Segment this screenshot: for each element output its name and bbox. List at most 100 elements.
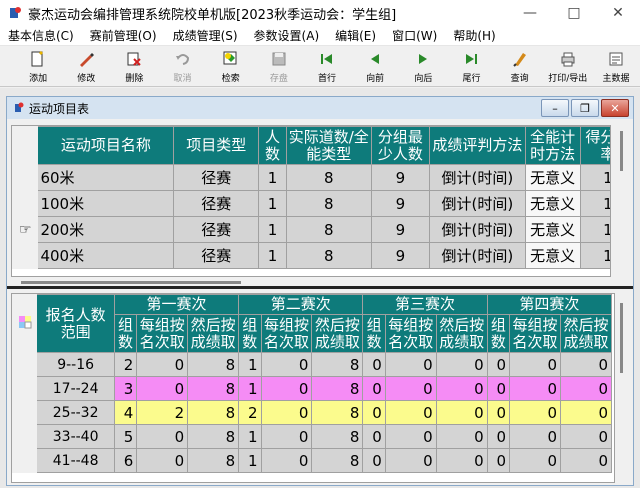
cell-round-value[interactable]: 0 — [486, 376, 511, 401]
cell-round-value[interactable]: 0 — [260, 376, 313, 401]
cell-round-value[interactable]: 0 — [260, 352, 313, 377]
table-row[interactable]: 100米 径赛 1 8 9 倒计(时间) 无意义 1 — [12, 190, 610, 217]
cell-min[interactable]: 9 — [370, 164, 431, 191]
sub-header-rank[interactable]: 每组按名次取 — [136, 314, 189, 353]
events-horizontal-scrollbar[interactable] — [11, 279, 615, 285]
cell-round-value[interactable]: 0 — [136, 424, 189, 449]
cell-range[interactable]: 41--48 — [36, 448, 115, 473]
minimize-button[interactable]: — — [508, 0, 552, 26]
cell-rate[interactable]: 1 — [579, 164, 610, 191]
cell-timing[interactable]: 无意义 — [524, 164, 581, 191]
sub-header-groups[interactable]: 组数 — [238, 314, 262, 353]
round-header-4[interactable]: 第四赛次 — [486, 294, 613, 315]
cell-range[interactable]: 9--16 — [36, 352, 115, 377]
prev-record-button[interactable]: 向前 — [351, 46, 399, 86]
save-button[interactable]: 存盘 — [255, 46, 303, 86]
cell-round-value[interactable]: 0 — [486, 352, 511, 377]
cell-round-value[interactable]: 0 — [486, 400, 511, 425]
cell-method[interactable]: 倒计(时间) — [429, 164, 526, 191]
cell-round-value[interactable]: 1 — [238, 424, 262, 449]
table-row[interactable]: 33--40 5 0 8 1 0 8 0 0 0 0 0 0 — [12, 424, 612, 449]
master-data-button[interactable]: 主数据 — [592, 46, 640, 86]
menu-pre-match[interactable]: 赛前管理(O) — [82, 27, 165, 44]
cell-round-value[interactable]: 0 — [384, 352, 437, 377]
cell-round-value[interactable]: 0 — [362, 448, 386, 473]
next-record-button[interactable]: 向后 — [399, 46, 447, 86]
cell-lanes[interactable]: 8 — [285, 242, 372, 269]
cell-round-value[interactable]: 0 — [435, 352, 488, 377]
menu-help[interactable]: 帮助(H) — [445, 27, 503, 44]
rounds-vertical-scrollbar[interactable] — [615, 293, 629, 483]
cell-round-value[interactable]: 0 — [560, 424, 612, 449]
sub-header-groups[interactable]: 组数 — [362, 314, 386, 353]
cell-round-value[interactable]: 1 — [238, 448, 262, 473]
cell-count[interactable]: 1 — [258, 216, 287, 243]
table-row[interactable]: 17--24 3 0 8 1 0 8 0 0 0 0 0 0 — [12, 376, 612, 401]
cell-round-value[interactable]: 8 — [187, 352, 240, 377]
cell-round-value[interactable]: 0 — [260, 400, 313, 425]
col-header-type[interactable]: 项目类型 — [173, 126, 260, 165]
cell-round-value[interactable]: 8 — [311, 352, 364, 377]
cell-round-value[interactable]: 8 — [187, 448, 240, 473]
cell-round-value[interactable]: 0 — [486, 424, 511, 449]
cell-round-value[interactable]: 0 — [260, 424, 313, 449]
cell-round-value[interactable]: 0 — [435, 400, 488, 425]
cell-round-value[interactable]: 2 — [113, 352, 138, 377]
cell-round-value[interactable]: 8 — [311, 400, 364, 425]
cell-round-value[interactable]: 1 — [238, 352, 262, 377]
cell-range[interactable]: 33--40 — [36, 424, 115, 449]
scrollbar-thumb[interactable] — [620, 131, 623, 171]
sub-header-score[interactable]: 然后按成绩取 — [560, 314, 612, 353]
edit-button[interactable]: 修改 — [62, 46, 110, 86]
sub-header-rank[interactable]: 每组按名次取 — [509, 314, 561, 353]
cell-round-value[interactable]: 0 — [435, 376, 488, 401]
cell-round-value[interactable]: 0 — [560, 376, 612, 401]
cell-round-value[interactable]: 0 — [560, 352, 612, 377]
first-record-button[interactable]: 首行 — [303, 46, 351, 86]
cell-round-value[interactable]: 0 — [362, 352, 386, 377]
cell-round-value[interactable]: 0 — [362, 376, 386, 401]
child-close-button[interactable]: ✕ — [601, 99, 629, 117]
cell-rate[interactable]: 1 — [579, 216, 610, 243]
cancel-button[interactable]: 取消 — [158, 46, 206, 86]
round-header-1[interactable]: 第一赛次 — [113, 294, 240, 315]
cell-min[interactable]: 9 — [370, 242, 431, 269]
cell-round-value[interactable]: 0 — [384, 424, 437, 449]
cell-range[interactable]: 17--24 — [36, 376, 115, 401]
cell-round-value[interactable]: 2 — [136, 400, 189, 425]
cell-rate[interactable]: 1 — [579, 190, 610, 217]
query-button[interactable]: 查询 — [496, 46, 544, 86]
cell-event-type[interactable]: 径赛 — [173, 242, 260, 269]
col-header-min[interactable]: 分组最少人数 — [370, 126, 431, 165]
table-row[interactable]: ☞ 200米 径赛 1 8 9 倒计(时间) 无意义 1 — [12, 216, 610, 243]
cell-method[interactable]: 倒计(时间) — [429, 242, 526, 269]
cell-method[interactable]: 倒计(时间) — [429, 190, 526, 217]
table-row[interactable]: 400米 径赛 1 8 9 倒计(时间) 无意义 1 — [12, 242, 610, 269]
cell-round-value[interactable]: 8 — [311, 448, 364, 473]
cell-round-value[interactable]: 8 — [187, 376, 240, 401]
cell-event-name[interactable]: 100米 — [37, 190, 175, 217]
cell-round-value[interactable]: 2 — [238, 400, 262, 425]
cell-round-value[interactable]: 0 — [560, 400, 612, 425]
sub-header-groups[interactable]: 组数 — [486, 314, 511, 353]
menu-results[interactable]: 成绩管理(S) — [165, 27, 246, 44]
cell-event-name[interactable]: 400米 — [37, 242, 175, 269]
cell-timing[interactable]: 无意义 — [524, 190, 581, 217]
add-button[interactable]: 添加 — [14, 46, 62, 86]
col-header-name[interactable]: 运动项目名称 — [37, 126, 175, 165]
round-header-3[interactable]: 第三赛次 — [362, 294, 488, 315]
round-header-2[interactable]: 第二赛次 — [238, 294, 364, 315]
menu-params[interactable]: 参数设置(A) — [246, 27, 328, 44]
cell-round-value[interactable]: 0 — [435, 424, 488, 449]
cell-count[interactable]: 1 — [258, 242, 287, 269]
cell-timing[interactable]: 无意义 — [524, 216, 581, 243]
scrollbar-thumb[interactable] — [21, 281, 241, 284]
cell-count[interactable]: 1 — [258, 164, 287, 191]
cell-lanes[interactable]: 8 — [285, 164, 372, 191]
table-row[interactable]: 60米 径赛 1 8 9 倒计(时间) 无意义 1 — [12, 164, 610, 191]
cell-min[interactable]: 9 — [370, 216, 431, 243]
cell-round-value[interactable]: 0 — [509, 448, 561, 473]
cell-round-value[interactable]: 0 — [136, 352, 189, 377]
sub-header-rank[interactable]: 每组按名次取 — [260, 314, 313, 353]
last-record-button[interactable]: 尾行 — [447, 46, 495, 86]
